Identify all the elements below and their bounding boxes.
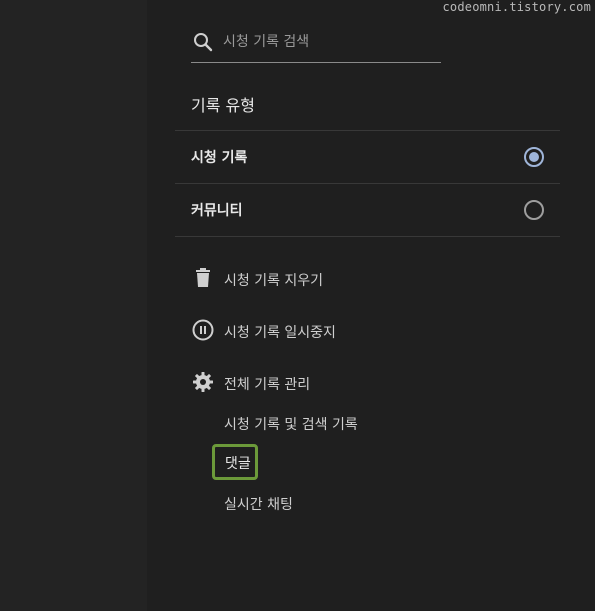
divider bbox=[175, 236, 560, 237]
manage-history-button[interactable]: 전체 기록 관리 bbox=[191, 370, 491, 396]
option-label: 시청 기록 bbox=[191, 150, 248, 166]
search-icon[interactable] bbox=[191, 30, 215, 54]
pause-icon bbox=[192, 319, 214, 341]
radio-button[interactable] bbox=[524, 200, 544, 220]
link-live-chat[interactable]: 실시간 채팅 bbox=[224, 494, 293, 514]
manage-history-label: 전체 기록 관리 bbox=[224, 377, 311, 393]
search-box[interactable] bbox=[191, 26, 441, 63]
pause-history-button[interactable]: 시청 기록 일시중지 bbox=[191, 318, 491, 344]
search-input[interactable] bbox=[223, 30, 433, 54]
pause-history-label: 시청 기록 일시중지 bbox=[224, 325, 336, 341]
clear-history-label: 시청 기록 지우기 bbox=[224, 273, 324, 289]
option-label: 커뮤니티 bbox=[191, 203, 243, 219]
gear-icon bbox=[193, 372, 213, 392]
history-type-title: 기록 유형 bbox=[191, 96, 255, 115]
comments-link-highlight[interactable]: 댓글 bbox=[212, 444, 258, 480]
trash-icon bbox=[196, 268, 210, 287]
left-sidebar-area bbox=[0, 0, 147, 611]
watermark: codeomni.tistory.com bbox=[442, 0, 591, 14]
radio-button-selected[interactable] bbox=[524, 147, 544, 167]
link-comments[interactable]: 댓글 bbox=[225, 453, 251, 473]
history-type-option-watch[interactable]: 시청 기록 bbox=[175, 131, 560, 183]
link-watch-and-search-history[interactable]: 시청 기록 및 검색 기록 bbox=[224, 414, 358, 434]
clear-history-button[interactable]: 시청 기록 지우기 bbox=[191, 266, 491, 292]
history-type-option-community[interactable]: 커뮤니티 bbox=[175, 184, 560, 236]
